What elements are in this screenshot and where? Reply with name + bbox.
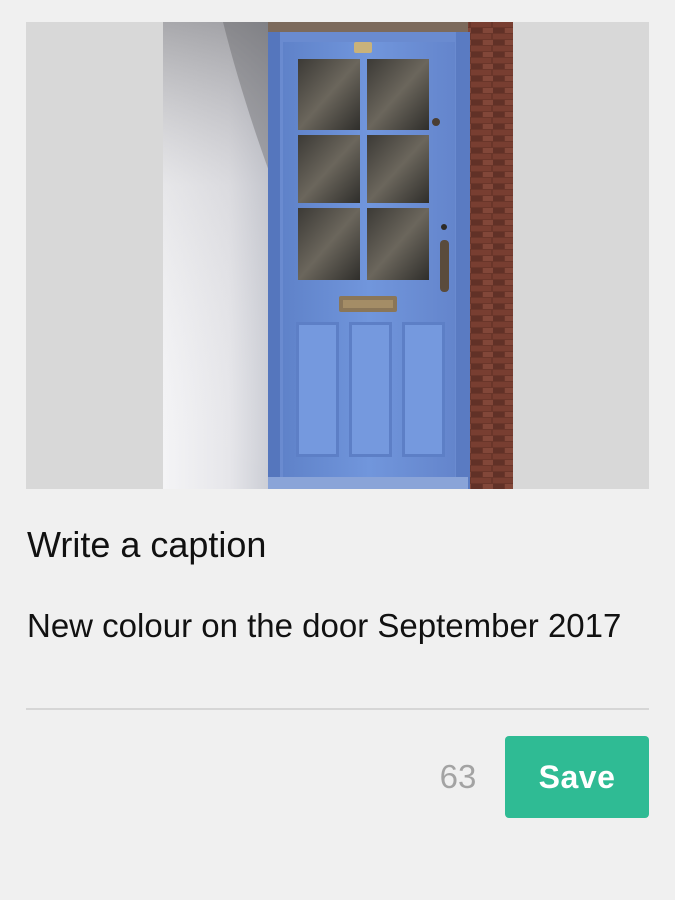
- save-button[interactable]: Save: [505, 736, 649, 818]
- caption-heading: Write a caption: [27, 524, 267, 565]
- door-photo-image: [163, 22, 513, 489]
- caption-input-text[interactable]: New colour on the door September 2017: [27, 606, 627, 646]
- caption-editor-screen: Write a caption New colour on the door S…: [0, 0, 675, 900]
- caption-input[interactable]: New colour on the door September 2017: [26, 606, 649, 710]
- photo-preview: [26, 22, 649, 489]
- remaining-character-count: 63: [439, 758, 477, 795]
